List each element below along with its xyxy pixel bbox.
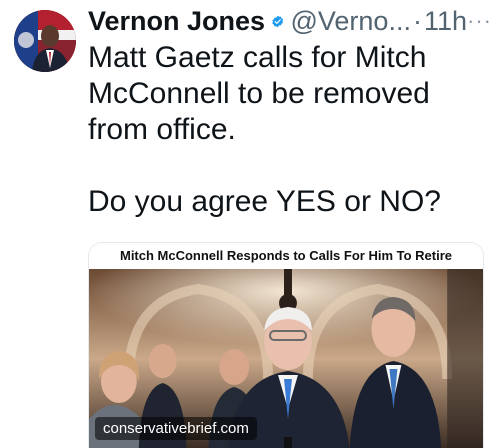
avatar-image <box>14 10 76 72</box>
link-card[interactable]: Mitch McConnell Responds to Calls For Hi… <box>88 242 484 448</box>
verified-badge-icon <box>272 15 284 27</box>
card-headline: Mitch McConnell Responds to Calls For Hi… <box>89 243 483 269</box>
author-name[interactable]: Vernon Jones <box>88 6 265 37</box>
more-options-icon[interactable]: ··· <box>467 8 492 34</box>
author-handle[interactable]: @Verno... <box>290 6 410 37</box>
tweet-text: Matt Gaetz calls for Mitch McConnell to … <box>88 41 441 218</box>
separator-dot: · <box>412 5 422 36</box>
tweet-timestamp[interactable]: 11h <box>424 6 467 37</box>
avatar[interactable] <box>14 10 76 72</box>
tweet[interactable]: Vernon Jones @Verno... · 11h ··· Matt Ga… <box>0 0 500 448</box>
tweet-header: Vernon Jones @Verno... · 11h ··· <box>88 4 492 38</box>
card-source: conservativebrief.com <box>95 417 257 440</box>
